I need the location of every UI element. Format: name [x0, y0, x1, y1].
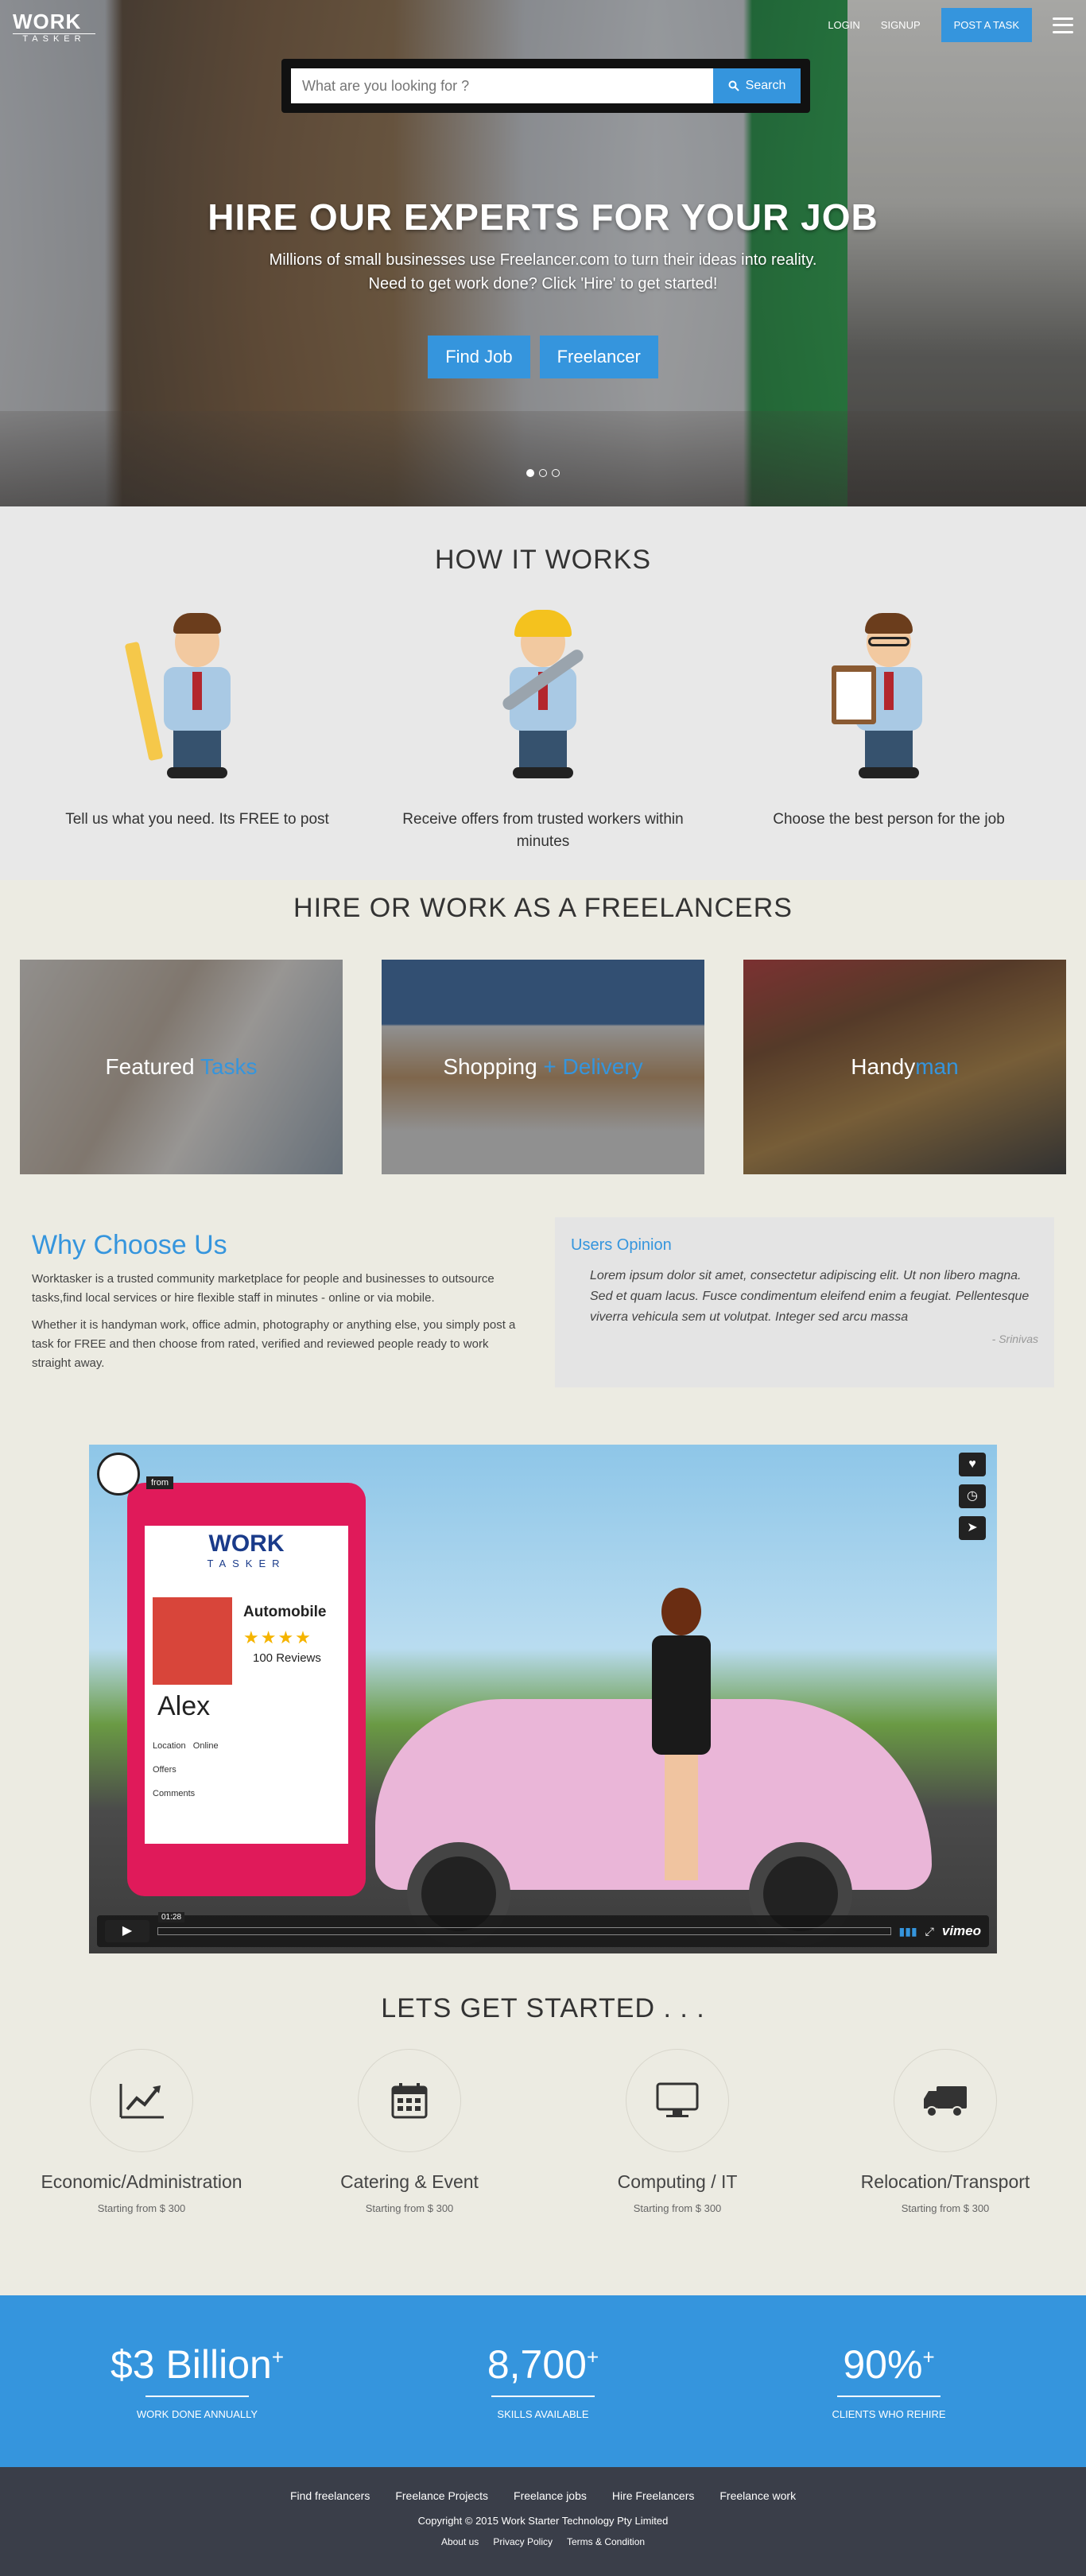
why-section: Why Choose Us Worktasker is a trusted co…	[0, 1217, 1086, 1445]
find-job-button[interactable]: Find Job	[428, 336, 530, 378]
step-2: Receive offers from trusted workers with…	[384, 610, 702, 853]
video-controls: ▶ 01:28 ▮▮▮ ⤢ vimeo	[97, 1912, 989, 1947]
footer-link[interactable]: Freelance work	[719, 2489, 796, 2502]
menu-icon[interactable]	[1053, 17, 1073, 33]
video-progress[interactable]: 01:28	[157, 1912, 891, 1935]
card-handyman[interactable]: Handyman	[743, 960, 1066, 1174]
hire-title: HIRE OR WORK AS A FREELANCERS	[293, 893, 793, 923]
post-task-button[interactable]: POST A TASK	[941, 8, 1032, 42]
opinion-author: - Srinivas	[991, 1333, 1038, 1345]
category-name: Relocation/Transport	[860, 2171, 1030, 2192]
why-paragraph-2: Whether it is handyman work, office admi…	[32, 1318, 516, 1370]
stats-section: $3 Billion+ WORK DONE ANNUALLY 8,700+ SK…	[0, 2295, 1086, 2467]
step-3-text: Choose the best person for the job	[773, 811, 1005, 828]
footer-link[interactable]: Find freelancers	[290, 2489, 370, 2502]
worker-wrench-icon	[479, 610, 607, 785]
play-button[interactable]: ▶	[105, 1920, 149, 1942]
category-name: Catering & Event	[340, 2171, 479, 2192]
get-started-section: LETS GET STARTED . . . Economic/Administ…	[0, 1993, 1086, 2295]
step-1: Tell us what you need. Its FREE to post	[38, 610, 356, 831]
freelancer-button[interactable]: Freelancer	[539, 336, 658, 378]
logo[interactable]: WORK TASKER	[13, 11, 95, 45]
send-icon[interactable]: ➤	[959, 1516, 986, 1540]
logo-word: WORK	[13, 10, 82, 33]
hero-section: WORK TASKER LOGIN SIGNUP POST A TASK Sea…	[0, 0, 1086, 506]
legal-links: About us Privacy Policy Terms & Conditio…	[0, 2536, 1086, 2547]
carousel-dot-3[interactable]	[552, 469, 560, 477]
category-price: Starting from $ 300	[97, 2202, 186, 2214]
search-bar: Search	[281, 59, 810, 113]
terms-link[interactable]: Terms & Condition	[567, 2536, 645, 2547]
vimeo-logo[interactable]: vimeo	[942, 1923, 981, 1939]
how-title: HOW IT WORKS	[434, 545, 652, 575]
stat-work-done: $3 Billion+ WORK DONE ANNUALLY	[110, 2342, 285, 2420]
started-title: LETS GET STARTED . . .	[381, 1993, 705, 2023]
step-1-text: Tell us what you need. Its FREE to post	[65, 811, 329, 828]
signup-link[interactable]: SIGNUP	[881, 19, 921, 31]
chart-icon	[90, 2049, 193, 2152]
copyright: Copyright © 2015 Work Starter Technology…	[417, 2515, 669, 2527]
step-2-text: Receive offers from trusted workers with…	[402, 811, 684, 850]
footer-link[interactable]: Freelance Projects	[395, 2489, 488, 2502]
users-opinion: Users Opinion Lorem ipsum dolor sit amet…	[555, 1217, 1054, 1387]
pencil-man-icon	[124, 610, 261, 785]
footer-links: Find freelancers Freelance Projects Free…	[0, 2489, 1086, 2502]
hero-subtitle: Millions of small businesses use Freelan…	[269, 251, 817, 293]
search-button[interactable]: Search	[713, 68, 801, 103]
video-section: WORK TASKER Automobile ★★★★ 100 Reviews …	[0, 1445, 1086, 1993]
hero-title: HIRE OUR EXPERTS FOR YOUR JOB	[208, 196, 878, 238]
woman-illustration	[638, 1588, 725, 1890]
category-name: Computing / IT	[617, 2171, 738, 2192]
calendar-icon	[358, 2049, 461, 2152]
carousel-dot-1[interactable]	[526, 469, 534, 477]
category-price: Starting from $ 300	[901, 2202, 990, 2214]
category-price: Starting from $ 300	[633, 2202, 722, 2214]
heart-icon[interactable]: ♥	[959, 1453, 986, 1476]
truck-icon	[894, 2049, 997, 2152]
how-it-works-section: HOW IT WORKS Tell us what you need. Its …	[0, 506, 1086, 880]
volume-icon[interactable]: ▮▮▮	[899, 1925, 917, 1938]
step-3: Choose the best person for the job	[730, 610, 1048, 831]
rating-stars: ★★★★	[243, 1627, 312, 1647]
stat-rehire: 90%+ CLIENTS WHO REHIRE	[832, 2342, 946, 2420]
why-paragraph-1: Worktasker is a trusted community market…	[32, 1272, 495, 1305]
hire-section: HIRE OR WORK AS A FREELANCERS Featured T…	[0, 880, 1086, 1230]
category-relocation[interactable]: Relocation/Transport Starting from $ 300	[810, 2049, 1080, 2214]
footer: Find freelancers Freelance Projects Free…	[0, 2467, 1086, 2576]
category-computing[interactable]: Computing / IT Starting from $ 300	[542, 2049, 813, 2214]
opinion-title: Users Opinion	[571, 1236, 672, 1254]
about-link[interactable]: About us	[441, 2536, 479, 2547]
category-catering[interactable]: Catering & Event Starting from $ 300	[274, 2049, 545, 2214]
video-time: 01:28	[158, 1912, 185, 1922]
opinion-quote: Lorem ipsum dolor sit amet, consectetur …	[590, 1269, 1030, 1324]
avatar	[153, 1597, 232, 1685]
search-button-label: Search	[745, 79, 786, 92]
category-economic[interactable]: Economic/Administration Starting from $ …	[6, 2049, 277, 2214]
clock-icon[interactable]: ◷	[959, 1484, 986, 1508]
why-title: Why Choose Us	[32, 1230, 227, 1260]
carousel-dot-2[interactable]	[539, 469, 547, 477]
category-name: Economic/Administration	[41, 2171, 242, 2192]
login-link[interactable]: LOGIN	[828, 19, 859, 31]
vimeo-user-avatar[interactable]	[97, 1453, 140, 1496]
search-icon	[728, 80, 739, 91]
privacy-link[interactable]: Privacy Policy	[493, 2536, 553, 2547]
monitor-icon	[626, 2049, 729, 2152]
hero-buttons: Find Job Freelancer	[0, 336, 1086, 378]
search-input[interactable]	[291, 68, 713, 103]
clipboard-man-icon	[825, 610, 952, 785]
top-nav: LOGIN SIGNUP POST A TASK	[828, 8, 1073, 42]
phone-illustration: WORK TASKER Automobile ★★★★ 100 Reviews …	[127, 1483, 366, 1896]
logo-sub: TASKER	[13, 33, 95, 44]
card-featured-tasks[interactable]: Featured Tasks	[20, 960, 343, 1174]
stat-skills: 8,700+ SKILLS AVAILABLE	[487, 2342, 599, 2420]
footer-link[interactable]: Hire Freelancers	[612, 2489, 694, 2502]
card-shopping-delivery[interactable]: Shopping + Delivery	[382, 960, 704, 1174]
carousel-dots	[0, 469, 1086, 477]
footer-link[interactable]: Freelance jobs	[514, 2489, 587, 2502]
fullscreen-icon[interactable]: ⤢	[925, 1925, 934, 1938]
category-price: Starting from $ 300	[365, 2202, 454, 2214]
video-player[interactable]: WORK TASKER Automobile ★★★★ 100 Reviews …	[89, 1445, 997, 1953]
